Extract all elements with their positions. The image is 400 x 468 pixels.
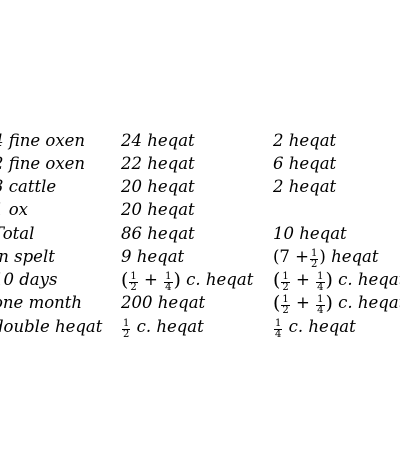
fraction-denominator: 4 — [317, 305, 324, 316]
table-row: double heqat 12 c. heqat 14 c. heqat — [0, 317, 400, 340]
table-row: one month 200 heqat (1 2 + 1 4) c. heqat — [0, 293, 400, 316]
fraction: 14 — [274, 319, 283, 340]
fraction: 12 — [281, 272, 290, 293]
expr-open: ( — [273, 292, 281, 314]
expr-plus: + — [144, 270, 158, 289]
fraction-denominator: 2 — [311, 259, 318, 270]
expr-unit: c. heqat — [338, 293, 400, 312]
row-value-col3: (7 +1 2) heqat — [273, 247, 379, 270]
document-page: 4 fine oxen 24 heqat 2 heqat 2 fine oxen… — [0, 0, 400, 468]
fraction: 12 — [310, 249, 319, 270]
fraction: 14 — [164, 272, 173, 293]
expr-open: ( — [121, 269, 129, 291]
row-value-col2: 22 heqat — [121, 154, 195, 173]
fraction-denominator: 4 — [165, 282, 172, 293]
table-row: 4 fine oxen 24 heqat 2 heqat — [0, 131, 400, 154]
row-label: Total — [0, 224, 35, 243]
expr-plus: + — [296, 293, 310, 312]
fraction-denominator: 2 — [130, 282, 137, 293]
table-row: 1 ox 20 heqat — [0, 200, 400, 223]
expr-unit: c. heqat — [136, 317, 204, 336]
expr-close: ) — [319, 247, 326, 266]
row-label: 1 ox — [0, 200, 28, 219]
row-label: 2 fine oxen — [0, 154, 86, 173]
row-value-col2: 86 heqat — [121, 224, 195, 243]
row-value-col3: (1 2 + 1 4) c. heqat — [273, 293, 400, 316]
fraction: 12 — [122, 319, 131, 340]
row-value-col3: (1 2 + 1 4) c. heqat — [273, 270, 400, 293]
row-label: double heqat — [0, 317, 103, 336]
fraction-denominator: 2 — [282, 282, 289, 293]
fraction-denominator: 4 — [317, 282, 324, 293]
table-row: 3 cattle 20 heqat 2 heqat — [0, 177, 400, 200]
expr-open: ( — [273, 269, 281, 291]
expr-unit: heqat — [331, 247, 379, 266]
expr-plus: + — [296, 270, 310, 289]
row-value-col2: (1 2 + 1 4) c. heqat — [121, 270, 253, 293]
table-row: 10 days (12 + 14) c. heqat (12 + 14) c. … — [0, 270, 400, 293]
row-value-col3: 6 heqat — [273, 154, 337, 173]
table-row: Total 86 heqat 10 heqat — [0, 224, 400, 247]
row-value-col2: 12 c. heqat — [121, 317, 204, 340]
row-value-col2: 20 heqat — [121, 200, 195, 219]
row-value-col3: 10 heqat — [273, 224, 347, 243]
fraction-denominator: 2 — [123, 329, 130, 340]
fraction-denominator: 4 — [275, 329, 282, 340]
table-row: 2 fine oxen 22 heqat 6 heqat — [0, 154, 400, 177]
row-value-col3: 2 heqat — [273, 177, 337, 196]
expr-unit: c. heqat — [338, 270, 400, 289]
table-row: in spelt 9 heqat (7 +12) heqat — [0, 247, 400, 270]
row-value-col3: 2 heqat — [273, 131, 337, 150]
expr-open: (7 + — [273, 247, 310, 266]
row-label: 10 days — [0, 270, 58, 289]
row-value-col3: 14 c. heqat — [273, 317, 356, 340]
expr-close: ) — [173, 269, 181, 291]
fraction: 12 — [129, 272, 138, 293]
expr-unit: c. heqat — [288, 317, 356, 336]
fraction: 12 — [281, 295, 290, 316]
row-value-col2: 9 heqat — [121, 247, 185, 266]
row-label: 4 fine oxen — [0, 131, 86, 150]
row-label: 3 cattle — [0, 177, 57, 196]
expr-unit: c. heqat — [186, 270, 254, 289]
row-value-col2: 24 heqat — [121, 131, 195, 150]
row-value-col2: 200 heqat — [121, 293, 206, 312]
expr-close: ) — [325, 269, 333, 291]
fraction-denominator: 2 — [282, 305, 289, 316]
row-label: in spelt — [0, 247, 55, 266]
row-label: one month — [0, 293, 83, 312]
row-value-col2: 20 heqat — [121, 177, 195, 196]
fraction: 14 — [316, 295, 325, 316]
expr-close: ) — [325, 292, 333, 314]
fraction: 14 — [316, 272, 325, 293]
